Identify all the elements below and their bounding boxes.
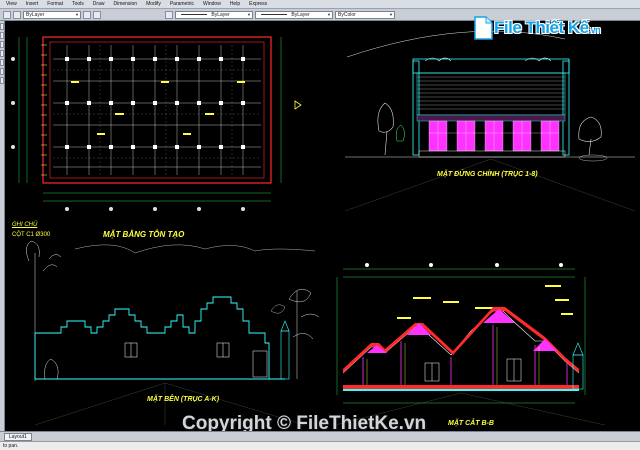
menu-express[interactable]: Express [249,0,267,9]
menu-parametric[interactable]: Parametric [170,0,194,9]
chevron-down-icon: ▼ [247,11,251,17]
floor-plan-drawing [11,36,302,211]
plotstyle-combo-value: ByColor [338,11,356,18]
text-tool-icon[interactable] [0,77,4,84]
linetype-combo-value: ByLayer [211,11,230,18]
layer-combo[interactable]: ByLayer ▼ [23,10,81,19]
menu-insert[interactable]: Insert [26,0,39,9]
lineweight-preview [261,13,287,15]
layer-state-button[interactable] [13,10,21,19]
layout-tab-bar: Layout1 [0,431,640,441]
logo-suffix: .vn [588,25,601,35]
logo-text: File Thiết Kế.vn [494,18,601,38]
front-elevation-title: MẶT ĐỨNG CHÍNH (TRỤC 1-8) [437,171,538,178]
layer-properties-button[interactable] [3,10,11,19]
site-logo: File Thiết Kế.vn [472,11,622,45]
circle-tool-icon[interactable] [0,41,4,48]
menu-tools[interactable]: Tools [72,0,84,9]
color-swatch-button[interactable] [165,10,173,19]
chevron-down-icon: ▼ [389,11,393,17]
menu-dimension[interactable]: Dimension [113,0,137,9]
note-text: CỘT C1 Ø300 [12,232,51,238]
polyline-tool-icon[interactable] [0,32,4,39]
menu-help[interactable]: Help [230,0,240,9]
command-line[interactable]: to pan. [0,441,640,450]
menu-draw[interactable]: Draw [93,0,105,9]
linetype-preview [181,13,207,15]
menu-view[interactable]: View [6,0,17,9]
front-elevation-drawing [344,30,636,212]
drawing-canvas[interactable] [5,21,640,431]
lineweight-combo-value: ByLayer [291,11,310,18]
menu-format[interactable]: Format [47,0,63,9]
chevron-down-icon: ▼ [75,11,79,17]
logo-brand: Thiết Kế [525,18,590,37]
line-tool-icon[interactable] [0,23,4,30]
file-logo-icon [474,16,493,40]
menu-bar: View Insert Format Tools Draw Dimension … [0,0,640,9]
make-current-button[interactable] [83,10,91,19]
plan-title: MẶT BẰNG TÔN TẠO [103,230,185,239]
tab-layout1[interactable]: Layout1 [4,433,32,441]
chevron-down-icon: ▼ [327,11,331,17]
hatch-tool-icon[interactable] [0,68,4,75]
rectangle-tool-icon[interactable] [0,59,4,66]
layer-combo-value: ByLayer [26,11,45,18]
section-drawing [334,263,606,426]
note-label: GHI CHÚ [12,222,38,228]
layer-previous-button[interactable] [93,10,101,19]
menu-modify[interactable]: Modify [146,0,161,9]
linetype-combo[interactable]: ByLayer ▼ [175,10,253,19]
logo-file: File [494,18,522,37]
arc-tool-icon[interactable] [0,50,4,57]
side-elevation-title: MẶT BÊN (TRỤC A-K) [147,396,220,403]
lineweight-combo[interactable]: ByLayer ▼ [255,10,333,19]
menu-window[interactable]: Window [203,0,221,9]
section-title: MẶT CẮT B-B [448,420,494,427]
plotstyle-combo[interactable]: ByColor ▼ [335,10,395,19]
